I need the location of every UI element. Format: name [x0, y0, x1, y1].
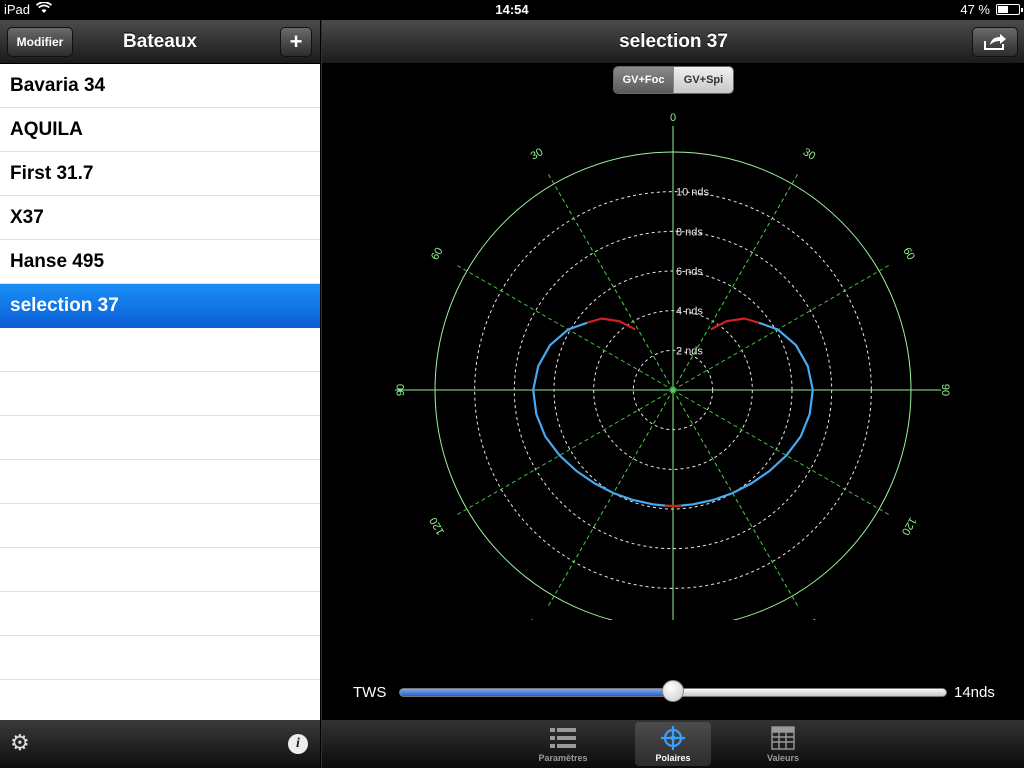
grid-icon — [745, 725, 821, 751]
info-icon[interactable]: i — [288, 734, 308, 754]
radial-tick-label: 10 nds — [676, 187, 710, 199]
segment-gv-spi[interactable]: GV+Spi — [673, 67, 733, 93]
tws-value: 14nds — [954, 684, 995, 701]
tab-valeurs[interactable]: Valeurs — [745, 722, 821, 766]
boat-list: Bavaria 34 AQUILA First 31.7 X37 Hanse 495 se… — [0, 64, 320, 724]
angle-label: 30 — [529, 146, 546, 163]
tab-bar: Paramètres Polaires Valeurs — [322, 720, 1024, 768]
app-window: iPad 14:54 47 % Modifier Bateaux + Bavar… — [0, 0, 1024, 768]
boat-list-panel: Modifier Bateaux + Bavaria 34 AQUILA First… — [0, 20, 320, 768]
empty-list-row — [0, 548, 320, 592]
tws-label: TWS — [353, 684, 387, 701]
empty-list-row — [0, 460, 320, 504]
polar-spoke — [672, 264, 890, 391]
empty-list-row — [0, 416, 320, 460]
tab-param-tres[interactable]: Paramètres — [525, 722, 601, 766]
add-boat-button[interactable]: + — [280, 27, 312, 57]
empty-list-row — [0, 636, 320, 680]
tab-label: Polaires — [655, 753, 691, 763]
polar-spoke — [672, 389, 799, 607]
tab-label: Valeurs — [766, 753, 800, 763]
boat-list-item[interactable]: selection 37 — [0, 284, 320, 328]
angle-label: 0 — [670, 112, 676, 124]
angle-label: 30 — [801, 146, 818, 163]
angle-label: 90 — [939, 384, 951, 396]
boat-list-title: Bateaux — [123, 31, 197, 52]
boat-list-item[interactable]: First 31.7 — [0, 152, 320, 196]
boat-list-item[interactable]: Hanse 495 — [0, 240, 320, 284]
polar-spoke — [547, 173, 674, 391]
clock: 14:54 — [495, 2, 529, 17]
polar-panel: selection 37 GV+Foc GV+Spi 2 nds 4 nds 6 nd… — [321, 20, 1024, 768]
polar-spoke — [672, 173, 799, 391]
polar-curve-0-port — [532, 321, 670, 508]
share-icon — [984, 34, 1006, 50]
boat-list-item[interactable]: AQUILA — [0, 108, 320, 152]
segment-gv-foc[interactable]: GV+Foc — [614, 67, 673, 93]
polar-spoke — [456, 389, 674, 516]
angle-label: 120 — [428, 515, 448, 537]
polar-spoke — [672, 389, 890, 516]
tws-slider-fill — [400, 689, 674, 696]
polar-curve-1-port — [586, 317, 636, 331]
empty-list-row — [0, 372, 320, 416]
angle-label: 60 — [429, 246, 446, 263]
tab-label: Paramètres — [538, 753, 588, 763]
empty-list-row — [0, 504, 320, 548]
angle-label: 60 — [900, 246, 917, 263]
radial-tick-label: 2 nds — [676, 345, 703, 357]
empty-list-row — [0, 592, 320, 636]
battery-percent: 47 % — [960, 2, 990, 17]
polar-navbar: selection 37 — [322, 20, 1024, 64]
left-toolbar: ⚙ i — [0, 720, 320, 768]
angle-label: 90 — [395, 384, 407, 396]
polar-spoke — [547, 389, 674, 607]
polar-curve-1-starboard — [710, 317, 760, 331]
radial-tick-label: 4 nds — [676, 306, 703, 318]
boat-list-item[interactable]: X37 — [0, 196, 320, 240]
status-bar: iPad 14:54 47 % — [0, 0, 1024, 20]
angle-label: 120 — [899, 515, 919, 537]
tws-slider-thumb[interactable] — [662, 680, 684, 702]
crosshair-icon — [635, 725, 711, 751]
sail-config-segmented-control: GV+Foc GV+Spi — [613, 66, 734, 94]
boat-list-item[interactable]: Bavaria 34 — [0, 64, 320, 108]
gear-icon[interactable]: ⚙ — [10, 732, 32, 754]
polar-title: selection 37 — [619, 31, 728, 52]
polar-spoke — [456, 264, 674, 391]
tab-polaires[interactable]: Polaires — [635, 722, 711, 766]
battery-fill — [998, 6, 1009, 13]
battery-icon — [996, 4, 1023, 15]
list-icon — [525, 725, 601, 751]
empty-list-row — [0, 680, 320, 724]
radial-tick-label: 6 nds — [676, 266, 703, 278]
empty-list-row — [0, 328, 320, 372]
share-button[interactable] — [972, 27, 1018, 57]
polar-chart: 2 nds 4 nds 6 nds 8 nds 10 nds 0 30 60 90 120 150 1… — [395, 112, 951, 620]
radial-tick-label: 8 nds — [676, 226, 703, 238]
angle-label: 150 — [798, 616, 820, 620]
angle-label: 150 — [526, 616, 548, 620]
boat-list-navbar: Modifier Bateaux + — [0, 20, 320, 64]
